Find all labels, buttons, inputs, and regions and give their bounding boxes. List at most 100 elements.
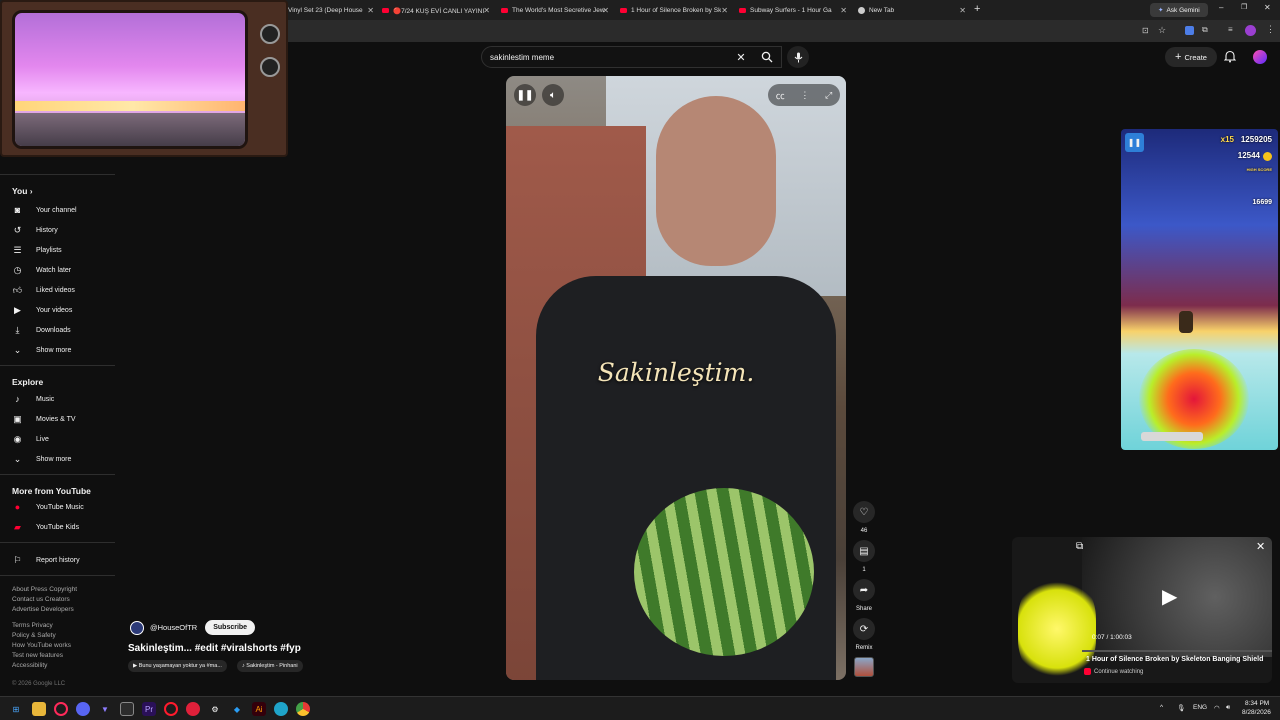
sound-chip[interactable]: ♪ Sakinleştim - Pinhani [237, 660, 303, 672]
captions-icon[interactable]: ㏄ [776, 89, 785, 102]
pause-button[interactable]: ❚❚ [514, 84, 536, 106]
sidebar-item-downloads[interactable]: ⤓ Downloads [12, 323, 71, 337]
clock-time[interactable]: 8:34 PM [1245, 700, 1269, 707]
fullscreen-icon[interactable]: ⤢ [825, 90, 832, 101]
footer-line[interactable]: About Press Copyright [12, 585, 77, 595]
proton-vpn-icon[interactable]: ▼ [98, 702, 112, 716]
sidebar-item-liked-videos[interactable]: 👍︎ Liked videos [12, 283, 75, 297]
sound-thumbnail[interactable] [854, 657, 874, 677]
remix-icon[interactable]: ⟳ [853, 618, 875, 640]
channel-handle[interactable]: @HouseOfTR [150, 623, 197, 632]
vscode-icon[interactable]: ◆ [230, 702, 244, 716]
close-window-button[interactable]: ✕ [1264, 3, 1271, 12]
opera-gx-icon[interactable] [54, 702, 68, 716]
sidebar-item-report-history[interactable]: ⚐ Report history [12, 553, 79, 567]
browser-tab[interactable]: Vinyl Set 23 (Deep House ✕ [288, 2, 374, 19]
language-indicator[interactable]: ENG [1193, 704, 1207, 711]
miniplayer-progress-bar[interactable] [1082, 650, 1272, 652]
settings-gear-icon[interactable]: ⚙ [208, 702, 222, 716]
chrome-icon[interactable] [296, 702, 310, 716]
game-pause-button[interactable]: ❚❚ [1125, 133, 1144, 152]
sidebar-item-watch-later[interactable]: ◷ Watch later [12, 263, 72, 277]
footer-line[interactable]: Advertise Developers [12, 605, 77, 615]
browser-tab[interactable]: 1 Hour of Silence Broken by Sk ✕ [620, 2, 728, 19]
sidebar-item-youtube-music[interactable]: ● YouTube Music [12, 500, 84, 514]
footer-links[interactable]: About Press Copyright Contact us Creator… [12, 585, 77, 615]
record-icon[interactable] [186, 702, 200, 716]
subscribe-button[interactable]: Subscribe [205, 620, 256, 635]
search-button[interactable] [752, 46, 782, 68]
browser-tab[interactable]: Subway Surfers - 1 Hour Ga ✕ [739, 2, 847, 19]
sidebar-item-music[interactable]: ♪ Music [12, 392, 54, 406]
related-video-chip[interactable]: ▶ Bunu yaşamayan yoktur ya #ma... [128, 660, 227, 672]
bookmark-star-icon[interactable]: ☆ [1158, 25, 1166, 36]
maximize-button[interactable]: ❐ [1241, 3, 1247, 11]
footer-line[interactable]: Contact us Creators [12, 595, 77, 605]
footer-links[interactable]: Terms Privacy Policy & Safety How YouTub… [12, 621, 71, 671]
premiere-icon[interactable]: Pr [142, 702, 156, 716]
footer-line[interactable]: Policy & Safety [12, 631, 71, 641]
voice-search-button[interactable] [787, 46, 809, 68]
footer-line[interactable]: Terms Privacy [12, 621, 71, 631]
profile-avatar[interactable] [1245, 25, 1256, 36]
sidebar-item-your-channel[interactable]: ◙ Your channel [12, 203, 77, 217]
footer-line[interactable]: Accessibility [12, 661, 71, 671]
windows-start-icon[interactable]: ⊞ [9, 702, 23, 716]
ask-gemini-button[interactable]: ✦ Ask Gemini [1150, 3, 1208, 17]
menu-dots-icon[interactable]: ⋮ [1266, 24, 1275, 35]
footer-line[interactable]: How YouTube works [12, 641, 71, 651]
wifi-icon[interactable]: ◠ [1214, 704, 1220, 712]
share-action[interactable]: ➦ Share [852, 579, 876, 612]
close-icon[interactable]: ✕ [602, 6, 609, 15]
close-icon[interactable]: ✕ [1256, 540, 1265, 553]
clock-date[interactable]: 8/28/2026 [1242, 709, 1271, 716]
miniplayer-title[interactable]: 1 Hour of Silence Broken by Skeleton Ban… [1086, 656, 1263, 663]
minimize-button[interactable]: – [1219, 3, 1223, 12]
tray-chevron-icon[interactable]: ^ [1160, 704, 1163, 711]
browser-tab[interactable]: The World's Most Secretive Jew ✕ [501, 2, 609, 19]
extension-icon[interactable] [1185, 26, 1194, 35]
edge-icon[interactable] [274, 702, 288, 716]
volume-button[interactable]: 🔈︎ [542, 84, 564, 106]
media-icon[interactable]: ≡ [1228, 25, 1233, 34]
short-video-player[interactable]: Sakinleştim. [506, 76, 846, 680]
sidebar-item-youtube-kids[interactable]: ▰ YouTube Kids [12, 520, 79, 534]
terminal-icon[interactable] [120, 702, 134, 716]
like-action[interactable]: ♡ 46 [852, 501, 876, 534]
heart-icon[interactable]: ♡ [853, 501, 875, 523]
volume-icon[interactable]: 🔊︎ [1226, 704, 1230, 712]
close-icon[interactable]: ✕ [721, 6, 728, 15]
sidebar-item-movies-tv[interactable]: ▣ Movies & TV [12, 412, 75, 426]
account-avatar[interactable] [1253, 50, 1267, 64]
illustrator-icon[interactable]: Ai [252, 702, 266, 716]
browser-tab-active[interactable]: New Tab ✕ [858, 2, 966, 19]
comment-icon[interactable]: ▤ [853, 540, 875, 562]
sidebar-item-show-more[interactable]: ⌄ Show more [12, 343, 72, 357]
close-icon[interactable]: ✕ [959, 6, 966, 15]
discord-icon[interactable] [76, 702, 90, 716]
comment-action[interactable]: ▤ 1 [852, 540, 876, 573]
continue-watching[interactable]: Continue watching [1084, 668, 1143, 675]
remix-action[interactable]: ⟳ Remix [852, 618, 876, 651]
puzzle-icon[interactable]: ⧉ [1202, 25, 1208, 35]
close-icon[interactable]: ✕ [483, 6, 490, 15]
expand-icon[interactable]: ⧉ [1076, 541, 1083, 552]
sidebar-item-live[interactable]: ◉ Live [12, 432, 49, 446]
sidebar-heading-you[interactable]: You › [12, 186, 32, 196]
play-icon[interactable]: ▶ [1162, 584, 1177, 609]
opera-icon[interactable] [164, 702, 178, 716]
footer-line[interactable]: Test new features [12, 651, 71, 661]
sidebar-item-playlists[interactable]: ☰ Playlists [12, 243, 61, 257]
sidebar-item-your-videos[interactable]: ▶ Your videos [12, 303, 72, 317]
notifications-button[interactable] [1223, 50, 1237, 68]
create-button[interactable]: + Create [1165, 47, 1217, 67]
close-icon[interactable]: ✕ [367, 6, 374, 15]
more-options-icon[interactable]: ⋮ [800, 90, 809, 101]
miniplayer[interactable]: ▶ 0:07 / 1:00:03 1 Hour of Silence Broke… [1012, 537, 1272, 683]
share-icon[interactable]: ➦ [853, 579, 875, 601]
install-icon[interactable]: ⊡ [1142, 26, 1149, 35]
mic-icon[interactable]: 🎙︎ [1177, 704, 1185, 712]
sidebar-item-show-more[interactable]: ⌄ Show more [12, 452, 72, 466]
sidebar-item-history[interactable]: ↺ History [12, 223, 58, 237]
channel-avatar[interactable] [130, 620, 144, 635]
